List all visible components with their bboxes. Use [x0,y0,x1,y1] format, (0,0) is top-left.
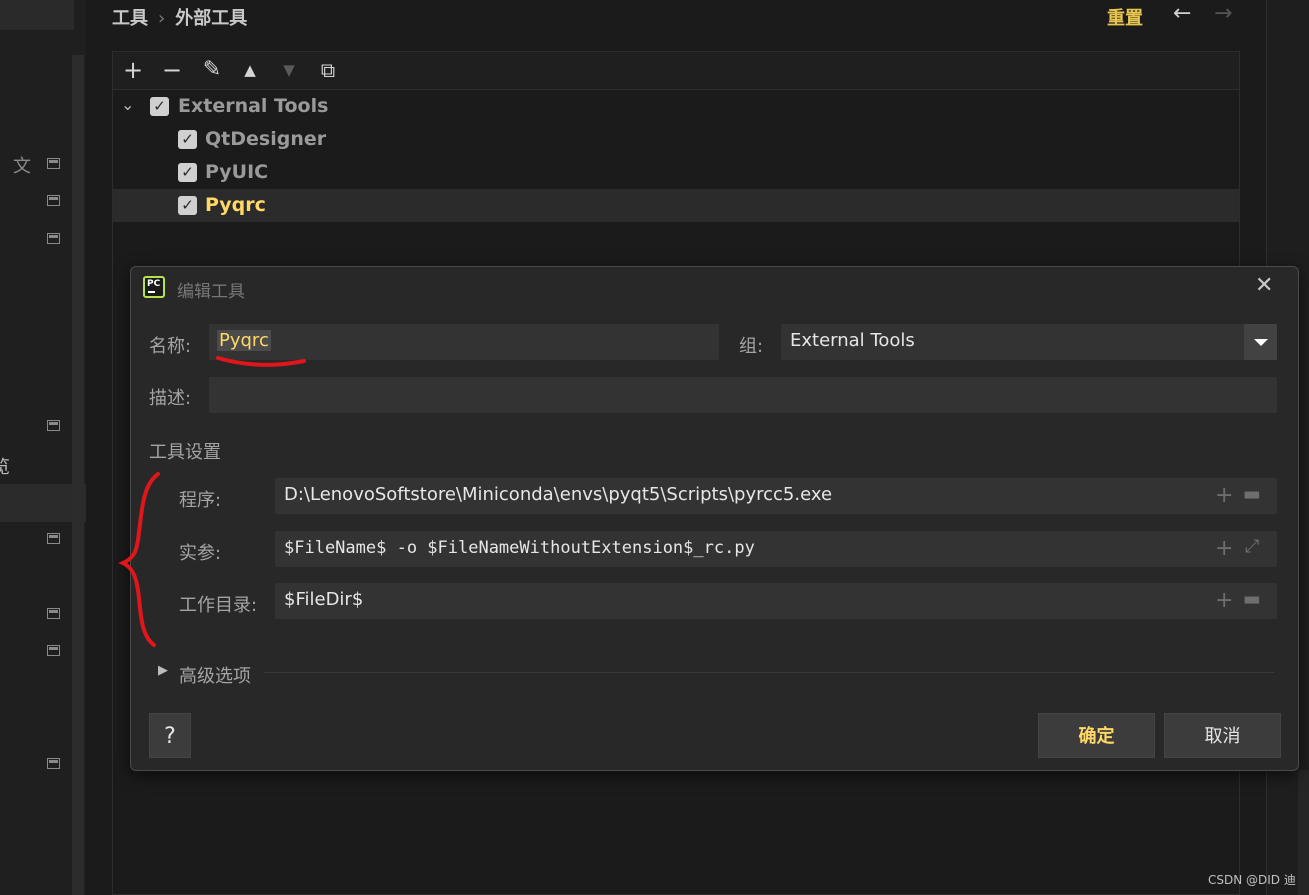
tree-item-label: Pyqrc [205,194,266,216]
edit-tool-dialog: PC 编辑工具 ✕ 名称: Pyqrc 组: External Tools 描述… [130,266,1299,771]
program-value: D:\LenovoSoftstore\Miniconda\envs\pyqt5\… [284,484,833,505]
program-field[interactable]: D:\LenovoSoftstore\Miniconda\envs\pyqt5\… [275,478,1277,514]
group-label: 组: [739,336,764,357]
cancel-button[interactable]: 取消 [1164,713,1281,758]
tools-toolbar: + − ✎ ▲ ▼ ⧉ [113,52,1239,90]
tree-item-pyuic[interactable]: ✓ PyUIC [113,156,1239,189]
insert-macro-icon[interactable]: + [1215,536,1233,561]
help-button[interactable]: ? [149,713,191,758]
arguments-field[interactable]: $FileName$ -o $FileNameWithoutExtension$… [275,531,1277,567]
settings-page-icon [47,608,60,619]
tree-group-row[interactable]: ⌄ ✓ External Tools [113,90,1239,123]
settings-page-icon [47,645,60,656]
translate-icon: 文 [13,156,31,177]
chevron-down-icon[interactable] [1244,324,1277,360]
item-checkbox[interactable]: ✓ [178,130,197,149]
description-label: 描述: [149,388,192,409]
sidebar-partial-label: 览 [0,457,10,478]
workdir-value: $FileDir$ [284,589,364,610]
settings-page-icon [47,233,60,244]
settings-page-icon [47,195,60,206]
tree-item-qtdesigner[interactable]: ✓ QtDesigner [113,123,1239,156]
sidebar-top-item[interactable] [0,0,74,30]
tool-settings-heading: 工具设置 [149,442,221,463]
breadcrumb-parent[interactable]: 工具 [112,8,148,29]
workdir-label: 工作目录: [179,595,258,616]
pycharm-logo-icon: PC [143,276,165,298]
divider [264,672,1274,673]
description-field[interactable] [209,377,1277,413]
group-select[interactable]: External Tools [781,324,1277,360]
name-value: Pyqrc [217,330,271,351]
add-icon[interactable]: + [118,55,148,85]
settings-sidebar: 文 览 [0,0,86,895]
arguments-value: $FileName$ -o $FileNameWithoutExtension$… [284,538,755,558]
folder-icon[interactable]: ▬ [1243,483,1261,505]
tree-item-label: QtDesigner [205,128,327,150]
workdir-field[interactable]: $FileDir$ + ▬ [275,583,1277,619]
program-label: 程序: [179,490,222,511]
dialog-title: 编辑工具 [177,282,245,302]
settings-page-icon [47,758,60,769]
group-value: External Tools [790,330,915,351]
expand-icon[interactable]: ⤢ [1245,536,1259,557]
tree-item-label: PyUIC [205,161,269,183]
item-checkbox[interactable]: ✓ [178,196,197,215]
settings-page-icon [47,158,60,169]
watermark: CSDN @DID 迪 [1208,873,1296,887]
move-up-icon[interactable]: ▲ [235,55,265,85]
arrow-left-icon[interactable]: ← [1173,1,1191,26]
group-checkbox[interactable]: ✓ [150,97,169,116]
ok-button[interactable]: 确定 [1038,713,1155,758]
tree-item-pyqrc[interactable]: ✓ Pyqrc [113,189,1239,222]
settings-page-icon [47,533,60,544]
name-label: 名称: [149,336,192,357]
breadcrumb-current: 外部工具 [175,8,248,29]
arguments-label: 实参: [179,543,222,564]
arrow-right-icon[interactable]: → [1214,1,1232,26]
advanced-options-toggle[interactable]: 高级选项 [179,662,251,688]
move-down-icon[interactable]: ▼ [274,55,304,85]
reset-button[interactable]: 重置 [1107,4,1143,30]
copy-icon[interactable]: ⧉ [313,55,343,85]
breadcrumb: 工具 › 外部工具 [112,4,247,30]
close-icon[interactable]: ✕ [1255,273,1273,298]
name-field[interactable]: Pyqrc [209,324,719,360]
item-checkbox[interactable]: ✓ [178,163,197,182]
edit-pencil-icon[interactable]: ✎ [197,55,227,85]
insert-macro-icon[interactable]: + [1215,483,1233,508]
chevron-down-icon[interactable]: ⌄ [121,95,134,114]
chevron-right-icon[interactable]: ▶ [158,663,168,678]
scrollbar[interactable] [1298,770,1309,895]
remove-icon[interactable]: − [157,55,187,85]
sidebar-scrollbar[interactable] [72,55,84,895]
settings-page-icon [47,420,60,431]
breadcrumb-separator: › [158,8,166,29]
folder-icon[interactable]: ▬ [1243,588,1261,610]
insert-macro-icon[interactable]: + [1215,588,1233,613]
tree-group-label: External Tools [178,95,329,117]
